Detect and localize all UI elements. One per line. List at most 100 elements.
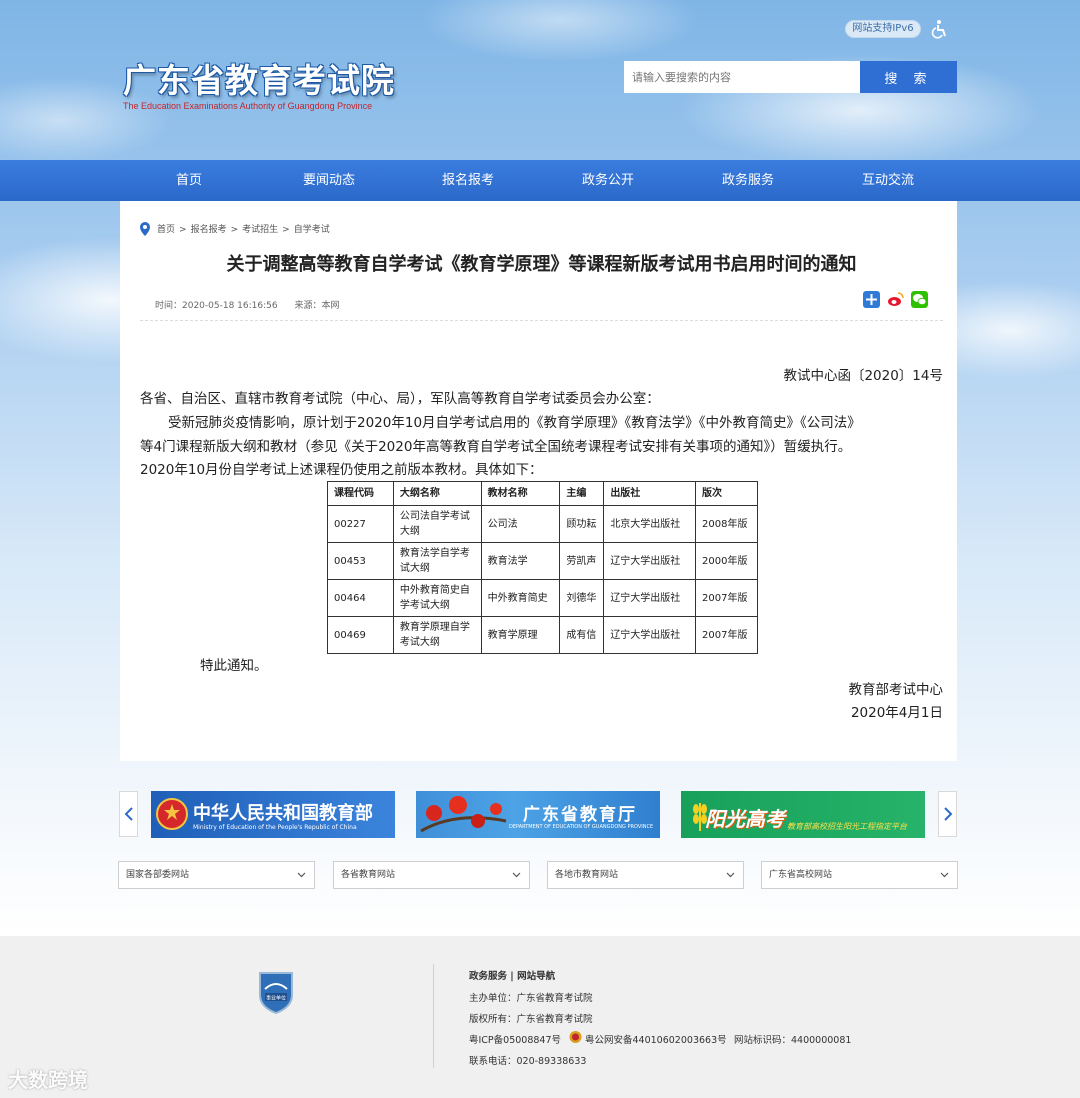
cell-course-code: 00469 <box>327 616 394 654</box>
table-row: 00469 教育学原理自学考试大纲 教育学原理 成有信 辽宁大学出版社 2007… <box>327 616 758 654</box>
banner-next-button[interactable] <box>938 791 957 837</box>
article-title: 关于调整高等教育自学考试《教育学原理》等课程新版考试用书启用时间的通知 <box>226 254 857 275</box>
textbook-table: 课程代码 大纲名称 教材名称 主编 出版社 版次 00227 公司法自学考试大纲… <box>327 481 758 654</box>
cell-edition: 2000年版 <box>695 542 758 580</box>
watermark: 大数跨境 <box>8 1068 88 1092</box>
cell-syllabus: 教育法学自学考试大纲 <box>392 542 482 580</box>
footer-icp[interactable]: 粤ICP备05008847号 <box>469 1032 561 1046</box>
doc-number: 教试中心函〔2020〕14号 <box>783 368 943 384</box>
emblem-text: 事业单位 <box>266 995 286 1002</box>
cell-textbook: 公司法 <box>480 505 561 543</box>
col-course-code: 课程代码 <box>327 481 394 506</box>
footer-links[interactable]: 政务服务 | 网站导航 <box>469 968 555 982</box>
col-syllabus: 大纲名称 <box>392 481 482 506</box>
site-logo-title[interactable]: 广东省教育考试院 <box>123 54 395 102</box>
cell-syllabus: 公司法自学考试大纲 <box>392 505 482 543</box>
wechat-icon[interactable] <box>911 291 928 308</box>
breadcrumb-sep: > <box>179 225 187 235</box>
chevron-down-icon <box>297 872 306 878</box>
sunshine-gaokao-banner-link[interactable]: 阳光高考 教育部高校招生阳光工程指定平台 <box>681 791 925 838</box>
footer-police-record[interactable]: 粤公网安备44010602003663号 <box>585 1032 727 1046</box>
article-source: 来源：本网 <box>294 301 340 311</box>
footer-divider <box>433 964 434 1068</box>
sunshine-banner-title: 阳光高考 <box>705 807 785 831</box>
table-row: 00227 公司法自学考试大纲 公司法 顾功耘 北京大学出版社 2008年版 <box>327 505 758 543</box>
cell-editor: 刘德华 <box>559 579 605 617</box>
breadcrumb-sep: > <box>230 225 239 235</box>
nav-news[interactable]: 要闻动态 <box>269 160 389 201</box>
accessibility-icon[interactable] <box>931 19 949 39</box>
cell-edition: 2007年版 <box>695 579 758 617</box>
moe-banner-subtitle: Ministry of Education of the People's Re… <box>193 824 357 831</box>
breadcrumb-admission[interactable]: 考试招生 <box>242 225 278 235</box>
cell-edition: 2008年版 <box>695 505 758 543</box>
select-gd-universities[interactable]: 广东省高校网站 <box>761 861 958 889</box>
cell-publisher: 辽宁大学出版社 <box>603 542 697 580</box>
select-label: 国家各部委网站 <box>126 870 190 880</box>
table-row: 00464 中外教育简史自学考试大纲 中外教育简史 刘德华 辽宁大学出版社 20… <box>327 579 758 617</box>
select-national-ministries[interactable]: 国家各部委网站 <box>118 861 315 889</box>
breadcrumb-home[interactable]: 首页 <box>157 225 175 235</box>
cell-publisher: 辽宁大学出版社 <box>603 579 697 617</box>
table-row: 00453 教育法学自学考试大纲 教育法学 劳凯声 辽宁大学出版社 2000年版 <box>327 542 758 580</box>
cell-course-code: 00227 <box>327 505 394 543</box>
public-institution-emblem-icon[interactable]: 事业单位 <box>257 969 295 1014</box>
main-nav: 首页 要闻动态 报名报考 政务公开 政务服务 互动交流 <box>0 160 1080 201</box>
moe-banner-title: 中华人民共和国教育部 <box>193 803 373 824</box>
closing-notice: 特此通知。 <box>200 658 268 674</box>
cell-publisher: 辽宁大学出版社 <box>603 616 697 654</box>
gd-education-banner-title: 广东省教育厅 <box>523 805 637 825</box>
police-badge-icon <box>569 1031 582 1043</box>
select-city-education[interactable]: 各地市教育网站 <box>547 861 744 889</box>
chevron-down-icon <box>940 872 949 878</box>
cell-textbook: 教育法学 <box>480 542 561 580</box>
table-header-row: 课程代码 大纲名称 教材名称 主编 出版社 版次 <box>327 481 758 506</box>
cell-publisher: 北京大学出版社 <box>603 505 697 543</box>
col-edition: 版次 <box>695 481 758 506</box>
breadcrumb-self-study[interactable]: 自学考试 <box>294 225 330 235</box>
moe-banner-link[interactable]: 中华人民共和国教育部 Ministry of Education of the … <box>151 791 395 838</box>
signed-date: 2020年4月1日 <box>850 705 943 721</box>
meta-divider <box>140 320 943 321</box>
chevron-down-icon <box>512 872 521 878</box>
chevron-left-icon <box>124 807 133 821</box>
cell-textbook: 教育学原理 <box>480 616 561 654</box>
cell-syllabus: 中外教育简史自学考试大纲 <box>392 579 482 617</box>
national-emblem-icon <box>156 798 188 830</box>
share-plus-icon[interactable] <box>863 291 880 308</box>
nav-interaction[interactable]: 互动交流 <box>828 160 948 201</box>
col-textbook: 教材名称 <box>480 481 561 506</box>
gd-education-banner-link[interactable]: 广东省教育厅 DEPARTMENT OF EDUCATION OF GUANGD… <box>416 791 660 838</box>
location-pin-icon <box>140 222 150 236</box>
gd-education-banner-subtitle: DEPARTMENT OF EDUCATION OF GUANGDONG PRO… <box>509 824 654 830</box>
search-input[interactable] <box>624 61 860 93</box>
select-label: 广东省高校网站 <box>769 870 833 880</box>
cell-editor: 劳凯声 <box>559 542 605 580</box>
select-label: 各地市教育网站 <box>555 870 619 880</box>
breadcrumb: 首页 > 报名报考 > 考试招生 > 自学考试 <box>157 222 334 238</box>
body-paragraph-1: 受新冠肺炎疫情影响，原计划于2020年10月自学考试启用的《教育学原理》《教育法… <box>168 415 861 431</box>
cell-course-code: 00453 <box>327 542 394 580</box>
breadcrumb-registration[interactable]: 报名报考 <box>191 225 227 235</box>
select-provincial-education[interactable]: 各省教育网站 <box>333 861 530 889</box>
site-logo-subtitle: The Education Examinations Authority of … <box>123 101 373 111</box>
cell-editor: 成有信 <box>559 616 605 654</box>
search-button[interactable]: 搜 索 <box>860 61 957 93</box>
cell-course-code: 00464 <box>327 579 394 617</box>
chevron-down-icon <box>726 872 735 878</box>
banner-prev-button[interactable] <box>119 791 138 837</box>
footer-host: 主办单位：广东省教育考试院 <box>469 993 593 1004</box>
nav-gov-services[interactable]: 政务服务 <box>688 160 808 201</box>
nav-gov-affairs[interactable]: 政务公开 <box>548 160 668 201</box>
cell-syllabus: 教育学原理自学考试大纲 <box>392 616 482 654</box>
nav-home[interactable]: 首页 <box>129 160 249 201</box>
sunshine-banner-subtitle: 教育部高校招生阳光工程指定平台 <box>787 822 907 831</box>
weibo-icon[interactable] <box>887 291 904 308</box>
cell-edition: 2007年版 <box>695 616 758 654</box>
footer-site-code: 网站标识码：4400000081 <box>734 1035 852 1046</box>
site-header: 广东省教育考试院 The Education Examinations Auth… <box>0 0 1080 160</box>
nav-registration[interactable]: 报名报考 <box>408 160 528 201</box>
col-publisher: 出版社 <box>603 481 697 506</box>
cell-editor: 顾功耘 <box>559 505 605 543</box>
footer-copyright: 版权所有：广东省教育考试院 <box>469 1014 593 1025</box>
